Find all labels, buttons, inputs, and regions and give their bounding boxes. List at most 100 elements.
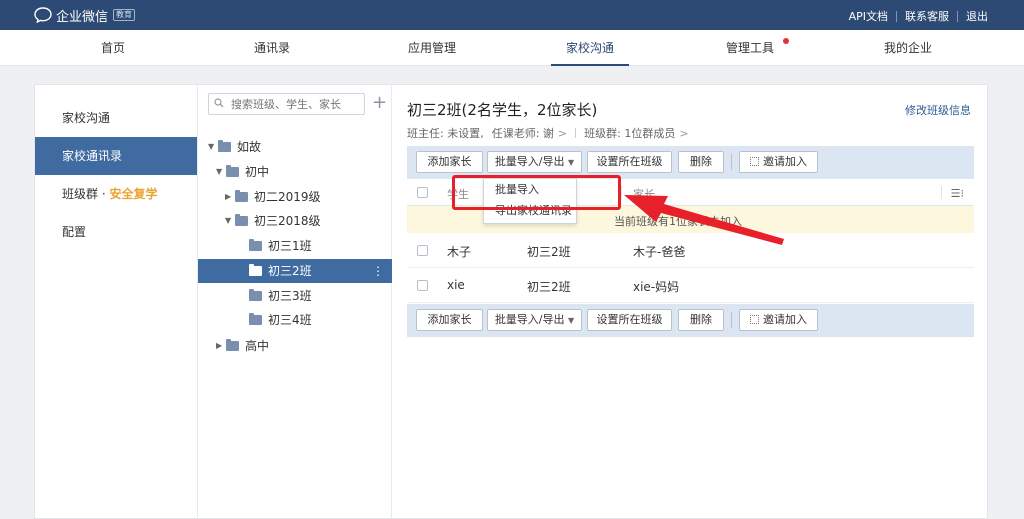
cell-class: 初三2班 (527, 245, 571, 259)
row-checkbox[interactable] (417, 245, 428, 256)
expanded-icon: ▼ (216, 167, 223, 176)
tree-node-label: 初中 (245, 165, 270, 179)
cell-student: xie (447, 278, 465, 292)
class-group-info[interactable]: 班级群: 1位群成员 (584, 125, 675, 141)
tree-node-grade-2018[interactable]: ▼ 初三2018级 (198, 209, 392, 233)
tree-node-label: 如故 (237, 140, 262, 154)
folder-icon (249, 264, 262, 276)
nav-contacts[interactable]: 通讯录 (240, 30, 304, 66)
table-row[interactable]: 木子 初三2班 木子-爸爸 (407, 233, 974, 268)
column-parent: 家长 (633, 188, 655, 201)
sidebar-item-directory[interactable]: 家校通讯录 (35, 137, 197, 175)
sidebar-item-label: 班级群 · (62, 187, 110, 201)
sidebar-item-class-group[interactable]: 班级群 · 安全复学 (35, 175, 197, 213)
tree-node-label: 初三3班 (268, 289, 312, 303)
tree-node-label: 初三2班 (268, 264, 312, 278)
divider (575, 128, 577, 138)
button-label: 邀请加入 (763, 313, 807, 326)
folder-icon (226, 165, 239, 177)
cell-parent: 木子-爸爸 (633, 245, 686, 259)
divider (731, 154, 732, 170)
head-teacher: 班主任: 未设置, (407, 127, 484, 140)
qr-code-icon (750, 157, 759, 166)
tree-node-label: 初三1班 (268, 239, 312, 253)
tree-node-school[interactable]: ▼ 如故 (198, 135, 392, 159)
tree-node-junior[interactable]: ▼ 初中 (198, 160, 392, 184)
nav-management-tools[interactable]: 管理工具 (717, 30, 789, 66)
folder-icon (249, 313, 262, 325)
tree-node-label: 高中 (245, 339, 270, 353)
contact-support-link[interactable]: 联系客服 (905, 8, 949, 24)
tree-node-class-3[interactable]: 初三3班 (198, 284, 392, 308)
delete-button[interactable]: 删除 (678, 151, 724, 173)
folder-icon (249, 289, 262, 301)
button-label: 邀请加入 (763, 155, 807, 168)
search-input[interactable] (208, 93, 365, 115)
tree-node-class-4[interactable]: 初三4班 (198, 308, 392, 332)
chevron-right-icon: > (557, 126, 568, 140)
tree-node-senior[interactable]: ▶ 高中 (198, 334, 392, 358)
tree-node-class-1[interactable]: 初三1班 (198, 234, 392, 258)
batch-import-export-button[interactable]: 批量导入/导出 ▼ (487, 309, 582, 331)
delete-button[interactable]: 删除 (678, 309, 724, 331)
logo-text: 企业微信 (56, 9, 109, 25)
collapsed-icon: ▶ (225, 192, 232, 201)
tree-node-label: 初三2018级 (254, 214, 321, 228)
chat-bubble-icon (34, 7, 52, 23)
more-options-icon[interactable]: ⋮ (372, 259, 384, 283)
cell-student: 木子 (447, 245, 472, 259)
logo[interactable]: 企业微信 教育 (34, 6, 136, 25)
nav-app-management[interactable]: 应用管理 (398, 30, 466, 66)
folder-icon (249, 239, 262, 251)
tree-node-grade-2019[interactable]: ▶ 初二2019级 (198, 185, 392, 209)
divider (896, 10, 897, 22)
tree-node-label: 初三4班 (268, 313, 312, 327)
column-settings-icon[interactable]: ☰⁝ (951, 187, 964, 200)
qr-code-icon (750, 315, 759, 324)
cell-parent: xie-妈妈 (633, 280, 680, 294)
add-parent-button[interactable]: 添加家长 (416, 151, 483, 173)
nav-management-tools-label: 管理工具 (725, 41, 774, 55)
tree-node-class-2[interactable]: 初三2班 ⋮ (198, 259, 392, 283)
subject-teacher[interactable]: 任课老师: 谢 (492, 125, 554, 141)
divider (731, 312, 732, 328)
cell-class: 初三2班 (527, 280, 571, 294)
expanded-icon: ▼ (225, 216, 232, 225)
top-links: API文档 联系客服 退出 (849, 8, 988, 24)
caret-down-icon: ▼ (568, 158, 575, 167)
notice-text: 当前班级有1位家长未加入 (614, 215, 742, 228)
button-label: 批量导入/导出 (494, 155, 565, 168)
search-icon (214, 98, 224, 108)
divider (621, 186, 622, 199)
row-checkbox[interactable] (417, 280, 428, 291)
edit-class-link[interactable]: 修改班级信息 (905, 102, 971, 118)
main-panel: 家校沟通 家校通讯录 班级群 · 安全复学 配置 + ▼ 如故 ▼ 初中 ▶ 初… (34, 84, 988, 519)
toolbar-bottom: 添加家长 批量导入/导出 ▼ 设置所在班级 删除 邀请加入 (407, 304, 974, 337)
class-tree-panel: + ▼ 如故 ▼ 初中 ▶ 初二2019级 ▼ 初三2018级 初三1班 初三2… (198, 85, 392, 519)
table-row[interactable]: xie 初三2班 xie-妈妈 (407, 268, 974, 303)
tree-node-label: 初二2019级 (254, 190, 321, 204)
select-all-checkbox[interactable] (417, 187, 428, 198)
nav-home[interactable]: 首页 (84, 30, 142, 66)
invite-button[interactable]: 邀请加入 (739, 309, 818, 331)
folder-icon (235, 190, 248, 202)
folder-icon (218, 140, 231, 152)
page-title: 初三2班(2名学生，2位家长) (407, 101, 598, 119)
set-class-button[interactable]: 设置所在班级 (587, 151, 672, 173)
set-class-button[interactable]: 设置所在班级 (587, 309, 672, 331)
logout-link[interactable]: 退出 (966, 8, 988, 24)
api-docs-link[interactable]: API文档 (849, 8, 888, 24)
nav-home-school[interactable]: 家校沟通 (551, 30, 629, 66)
add-parent-button[interactable]: 添加家长 (416, 309, 483, 331)
annotation-highlight-box (452, 175, 621, 210)
main-nav: 首页 通讯录 应用管理 家校沟通 管理工具 我的企业 (0, 30, 1024, 66)
batch-import-export-button[interactable]: 批量导入/导出 ▼ (487, 151, 582, 173)
edu-badge: 教育 (113, 9, 136, 21)
top-bar: 企业微信 教育 API文档 联系客服 退出 (0, 0, 1024, 30)
nav-my-enterprise[interactable]: 我的企业 (876, 30, 940, 66)
sidebar-item-config[interactable]: 配置 (35, 213, 197, 251)
safe-return-tag: 安全复学 (109, 187, 158, 201)
add-node-button[interactable]: + (372, 93, 387, 113)
invite-button[interactable]: 邀请加入 (739, 151, 818, 173)
sidebar-item-home-school[interactable]: 家校沟通 (35, 99, 197, 137)
